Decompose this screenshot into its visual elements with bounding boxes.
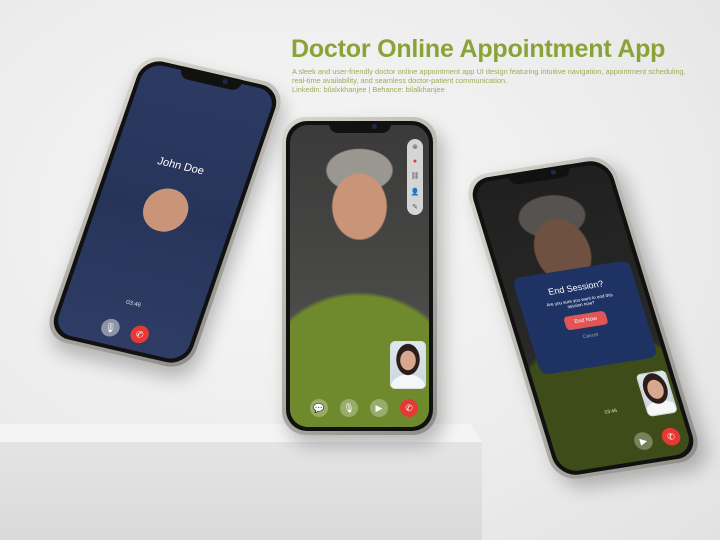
video-button[interactable]: ▶: [370, 399, 388, 417]
end-now-button[interactable]: End Now: [562, 310, 609, 331]
video-call-screen: ⊗ ● ⛓ 👤 ✎ 💬 🎙 ▶ ✆: [290, 125, 429, 427]
call-timer: 03:46: [124, 299, 142, 309]
mic-button[interactable]: 🎙: [98, 317, 123, 339]
page-title: Doctor Online Appointment App: [291, 35, 666, 63]
add-user-icon[interactable]: 👤: [411, 188, 420, 196]
mic-button[interactable]: 🎙: [340, 399, 358, 417]
caller-avatar: [137, 184, 195, 236]
cancel-button[interactable]: Cancel: [531, 324, 649, 348]
caller-name: John Doe: [155, 155, 206, 178]
center-phone-mockup: ⊗ ● ⛓ 👤 ✎ 💬 🎙 ▶ ✆: [282, 117, 437, 435]
record-icon[interactable]: ●: [413, 158, 417, 165]
end-call-button[interactable]: ✆: [127, 323, 152, 346]
page-description: A sleek and user-friendly doctor online …: [292, 67, 702, 94]
pedestal-front: [0, 442, 482, 540]
description-text: A sleek and user-friendly doctor online …: [292, 67, 686, 85]
close-icon[interactable]: ⊗: [412, 143, 418, 151]
link-icon[interactable]: ⛓: [411, 172, 420, 180]
credits-text: Linkedin: bilalxkhanjee | Behance: bilal…: [292, 85, 445, 94]
chat-button[interactable]: 💬: [310, 399, 328, 417]
end-call-button[interactable]: ✆: [400, 399, 418, 417]
pen-icon[interactable]: ✎: [412, 203, 418, 211]
doctor-video-thumbnail: [390, 341, 426, 389]
side-toolbar: ⊗ ● ⛓ 👤 ✎: [407, 139, 423, 215]
